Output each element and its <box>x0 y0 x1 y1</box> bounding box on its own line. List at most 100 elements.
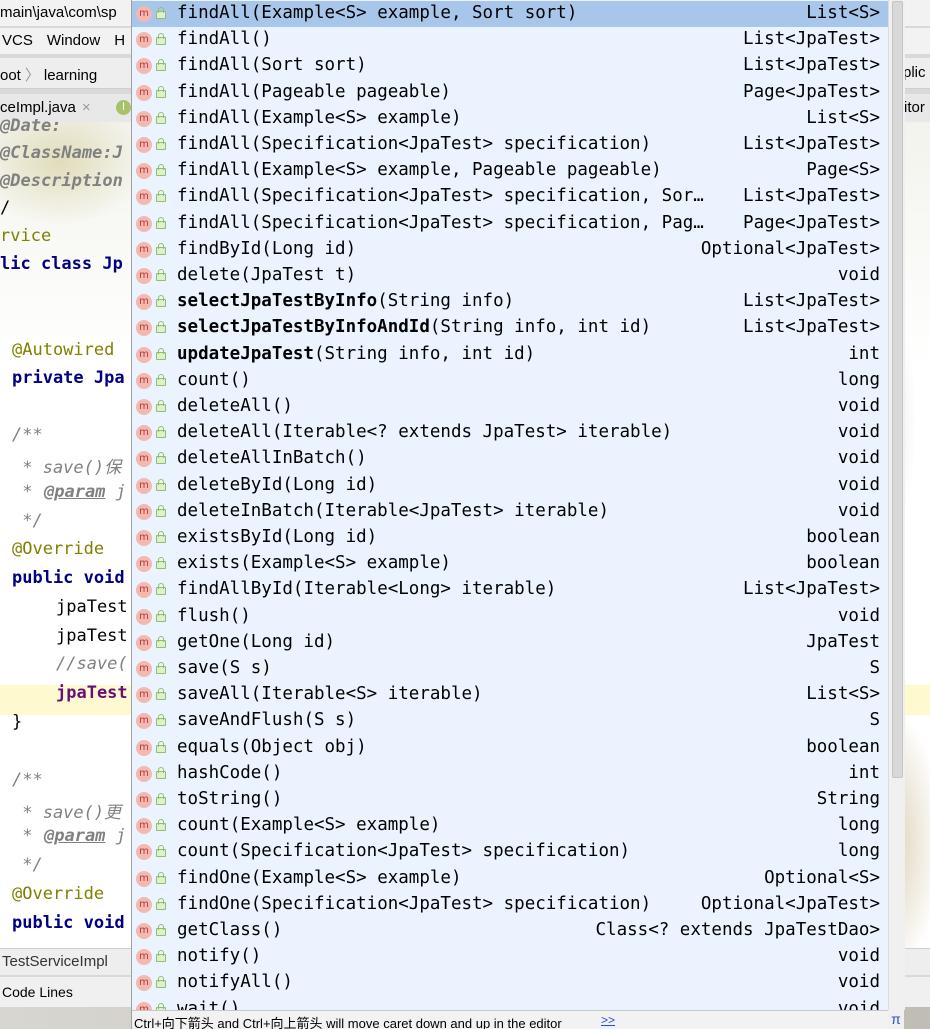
method-icon: m <box>136 896 152 913</box>
completion-item[interactable]: m wait() void <box>132 997 889 1010</box>
return-type: List<S> <box>806 684 880 705</box>
completion-item[interactable]: m findAll() List<JpaTest> <box>132 27 889 53</box>
completion-item[interactable]: m findOne(Specification<JpaTest> specific… <box>132 892 889 918</box>
code-line: */ <box>12 511 42 531</box>
completion-item[interactable]: m notify() void <box>132 944 889 970</box>
return-type: boolean <box>806 527 880 547</box>
completion-item[interactable]: m findAll(Example<S> example) List<S> <box>132 106 889 132</box>
method-params: () <box>219 998 241 1010</box>
code-token: @param <box>44 482 106 502</box>
method-signature: deleteAll() <box>177 396 722 416</box>
code-line: jpaTest <box>56 597 128 617</box>
breadcrumb-item-boot[interactable]: oot <box>0 61 21 84</box>
completion-item[interactable]: m count() long <box>132 368 889 394</box>
method-icon: m <box>136 241 152 258</box>
return-type: List<JpaTest> <box>743 579 880 600</box>
completion-item[interactable]: m findById(Long id) Optional<JpaTest> <box>132 237 889 263</box>
code-line: * save()更 <box>12 798 121 823</box>
menu-window[interactable]: Window <box>47 28 100 49</box>
hint-more-link[interactable]: >> <box>601 1013 615 1027</box>
completion-item[interactable]: m count(Example<S> example) long <box>132 813 889 839</box>
method-params: (Specification<JpaTest> specification) <box>250 134 652 154</box>
breadcrumb-item-learning[interactable]: learning <box>44 61 97 84</box>
completion-item[interactable]: m save(S s) S <box>132 656 889 682</box>
interface-badge-icon[interactable]: I <box>116 100 131 115</box>
status-class-name[interactable]: TestServiceImpl <box>2 953 108 970</box>
code-token: /** <box>12 770 43 790</box>
method-name: deleteInBatch <box>177 500 314 521</box>
completion-item[interactable]: m count(Specification<JpaTest> specificat… <box>132 839 889 865</box>
method-icon: m <box>136 844 152 861</box>
code-token: * save()更 <box>12 803 122 823</box>
method-icon: m <box>136 975 152 992</box>
public-lock-icon <box>156 609 166 622</box>
method-params: (String info, int id) <box>429 317 652 338</box>
completion-item[interactable]: m findAllById(Iterable<Long> iterable) Lis… <box>132 577 889 603</box>
public-lock-icon <box>156 347 166 360</box>
method-name: count <box>177 369 230 390</box>
method-params: (Long id) <box>282 527 378 547</box>
completion-item[interactable]: m saveAndFlush(S s) S <box>132 708 889 734</box>
return-type: void <box>837 448 880 469</box>
completion-item[interactable]: m deleteAll() void <box>132 394 889 420</box>
method-params: (Specification<JpaTest> specification, P… <box>250 212 704 233</box>
code-line: } <box>12 712 22 732</box>
completion-item[interactable]: m equals(Object obj) boolean <box>132 735 889 761</box>
completion-item[interactable]: m findAll(Specification<JpaTest> specific… <box>132 132 889 158</box>
completion-item[interactable]: m selectJpaTestByInfoAndId(String info, i… <box>132 315 889 341</box>
method-signature: getOne(Long id) <box>177 632 722 652</box>
method-name: saveAll <box>177 684 251 705</box>
method-signature: toString() <box>177 789 722 809</box>
public-lock-icon <box>156 190 166 203</box>
completion-item[interactable]: m getClass() Class<? extends JpaTestDao> <box>132 918 889 944</box>
completion-item[interactable]: m saveAll(Iterable<S> iterable) List<S> <box>132 682 889 708</box>
completion-item[interactable]: m deleteAll(Iterable<? extends JpaTest> i… <box>132 420 889 446</box>
completion-scrollbar[interactable] <box>888 0 905 1010</box>
completion-item[interactable]: m deleteInBatch(Iterable<JpaTest> iterabl… <box>132 499 889 525</box>
method-params: (Example<S> example) <box>240 553 451 574</box>
completion-item[interactable]: m notifyAll() void <box>132 970 889 996</box>
completion-item[interactable]: m hashCode() int <box>132 761 889 787</box>
method-name: getOne <box>177 631 241 652</box>
editor-tab[interactable]: ceImpl.java × <box>0 99 91 116</box>
completion-item[interactable]: m flush() void <box>132 604 889 630</box>
method-params: (String info) <box>377 291 515 312</box>
method-name: save <box>177 658 220 678</box>
completion-list: m findAll(Example<S> example, Sort sort) L… <box>132 0 889 1010</box>
completion-item[interactable]: m deleteById(Long id) void <box>132 473 889 499</box>
completion-item[interactable]: m findAll(Sort sort) List<JpaTest> <box>132 53 889 79</box>
completion-item[interactable]: m getOne(Long id) JpaTest <box>132 630 889 656</box>
scrollbar-thumb[interactable] <box>892 1 903 778</box>
path-fragment: main\java\com\sp <box>0 4 117 21</box>
completion-item[interactable]: m deleteAllInBatch() void <box>132 446 889 472</box>
completion-item[interactable]: m delete(JpaTest t) void <box>132 263 889 289</box>
completion-item[interactable]: m toString() String <box>132 787 889 813</box>
method-name: notify <box>177 946 241 967</box>
menu-vcs[interactable]: VCS <box>2 28 33 49</box>
completion-item[interactable]: m findOne(Example<S> example) Optional<S> <box>132 866 889 892</box>
completion-item[interactable]: m selectJpaTestByInfo(String info) List<Jp… <box>132 289 889 315</box>
pi-corner-icon: π <box>888 1010 904 1029</box>
method-icon: m <box>136 215 152 232</box>
public-lock-icon <box>156 531 166 543</box>
completion-item[interactable]: m exists(Example<S> example) boolean <box>132 551 889 577</box>
return-type: Page<S> <box>806 160 880 181</box>
completion-hint-bar: Ctrl+向下箭头 and Ctrl+向上箭头 will move caret … <box>132 1010 889 1029</box>
menu-help[interactable]: H <box>114 28 125 49</box>
method-icon: m <box>136 530 152 546</box>
method-params: (Long id) <box>240 631 336 652</box>
tab-close-icon[interactable]: × <box>82 99 91 116</box>
completion-item[interactable]: m findAll(Specification<JpaTest> specific… <box>132 184 889 210</box>
completion-item[interactable]: m findAll(Pageable pageable) Page<JpaTest> <box>132 80 889 106</box>
code-lines-label[interactable]: Code Lines <box>2 984 73 1000</box>
public-lock-icon <box>156 216 166 229</box>
completion-item[interactable]: m findAll(Example<S> example, Pageable pa… <box>132 158 889 184</box>
public-lock-icon <box>156 845 166 858</box>
return-type: boolean <box>806 553 880 574</box>
completion-item[interactable]: m findAll(Example<S> example, Sort sort) L… <box>132 1 889 27</box>
completion-item[interactable]: m updateJpaTest(String info, int id) int <box>132 342 889 368</box>
completion-item[interactable]: m findAll(Specification<JpaTest> specific… <box>132 211 889 237</box>
public-lock-icon <box>156 793 166 805</box>
method-params: (Example<S> example, Sort sort) <box>250 3 578 23</box>
completion-item[interactable]: m existsById(Long id) boolean <box>132 525 889 551</box>
